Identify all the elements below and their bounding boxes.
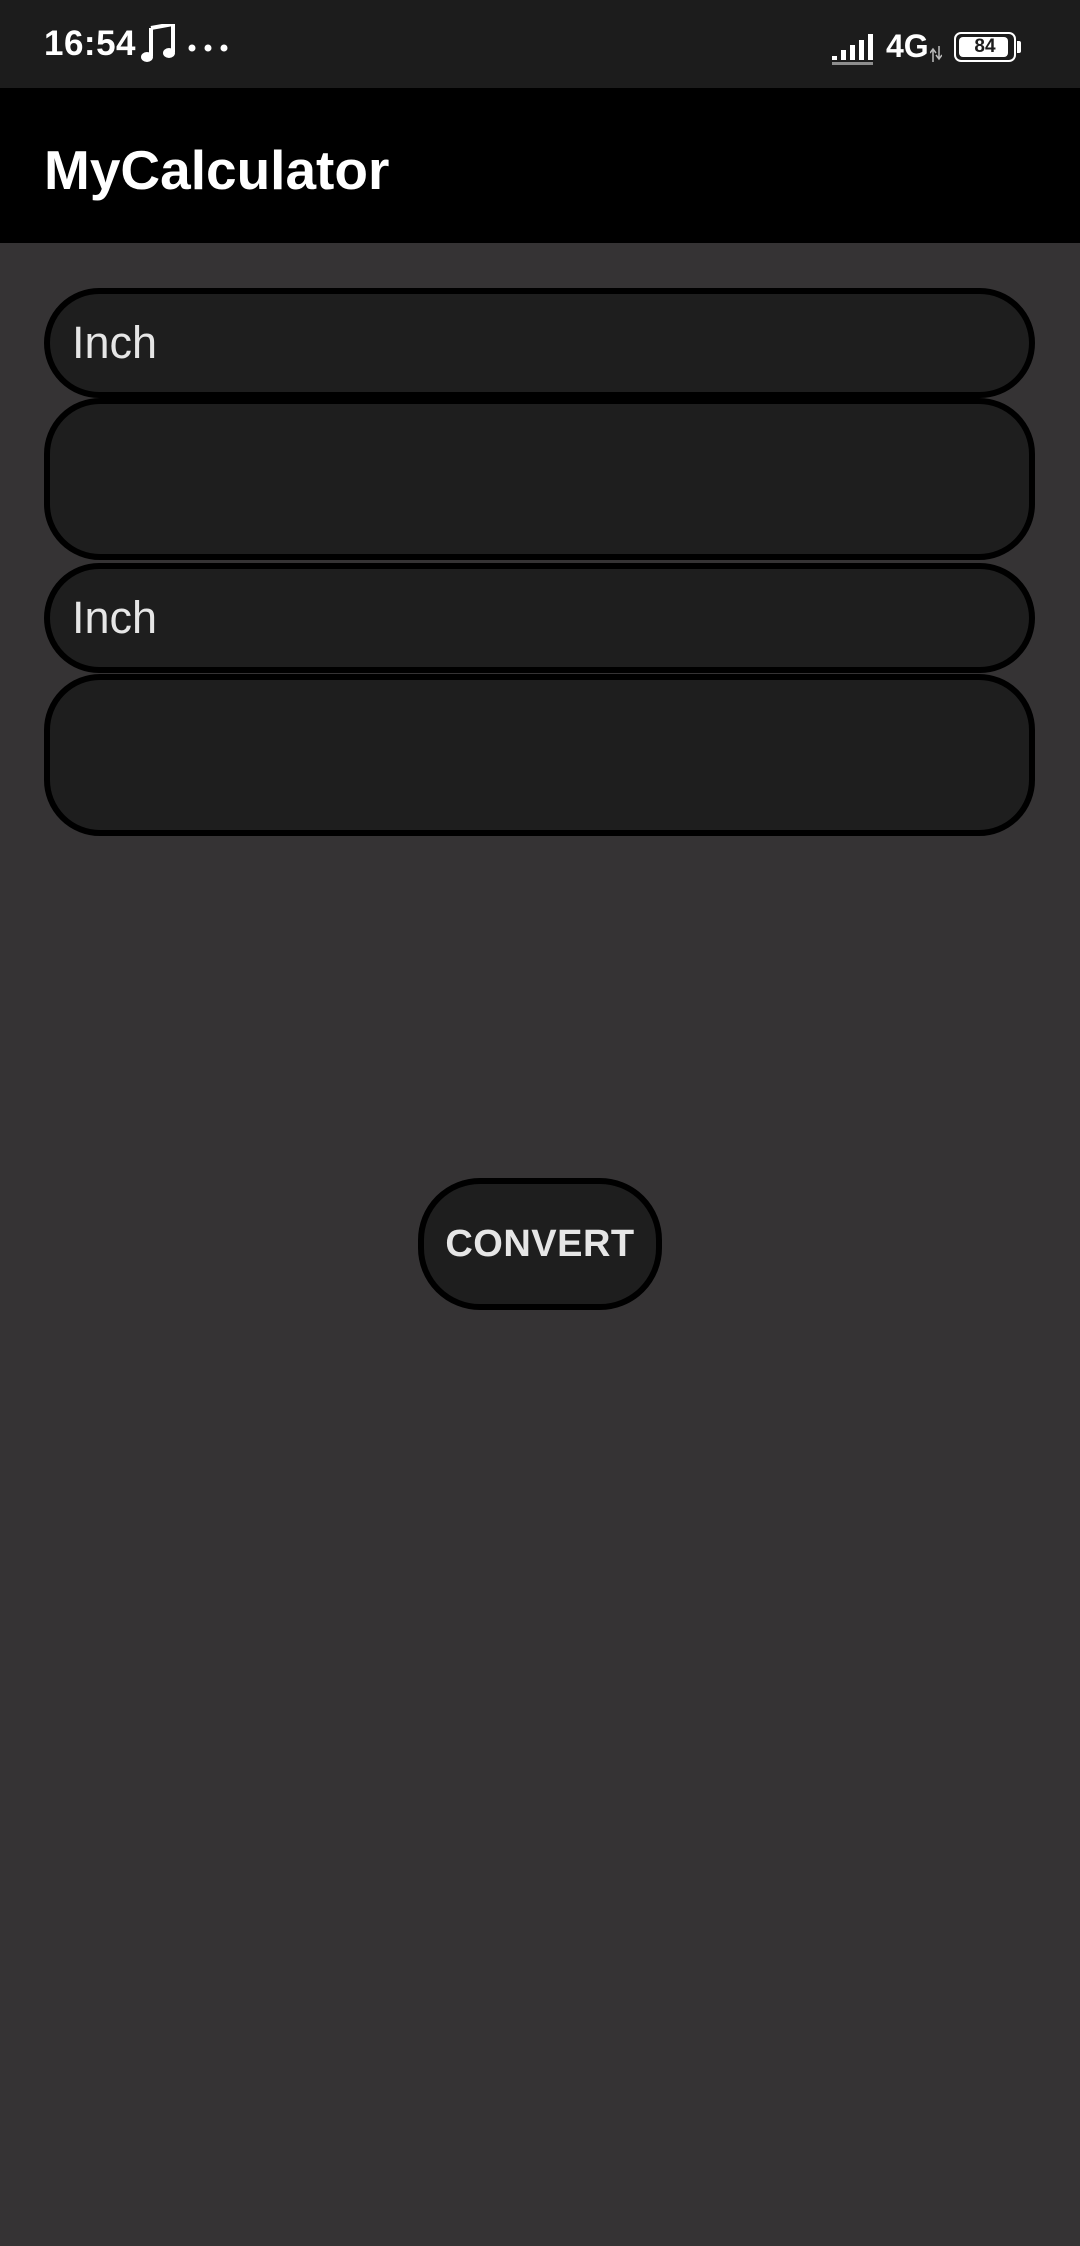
music-note-icon [141, 24, 175, 62]
status-bar: 16:54 4G 84 [0, 0, 1080, 88]
from-value-input[interactable] [44, 398, 1035, 560]
convert-button[interactable]: CONVERT [418, 1178, 662, 1310]
signal-icon [832, 34, 873, 65]
app-bar: MyCalculator [0, 88, 1080, 243]
battery-icon: 84 [954, 32, 1021, 62]
from-unit-select[interactable]: Inch [44, 288, 1035, 398]
to-unit-label: Inch [72, 592, 158, 643]
to-value-input[interactable] [44, 674, 1035, 836]
more-dots-icon [188, 44, 228, 52]
network-type-label: 4G [886, 28, 929, 64]
from-unit-label: Inch [72, 317, 158, 368]
app-title: MyCalculator [44, 139, 390, 201]
convert-button-label: CONVERT [445, 1222, 635, 1265]
data-arrows-icon [930, 46, 942, 62]
battery-level-text: 84 [974, 36, 996, 57]
battery-body: 84 [954, 32, 1016, 62]
battery-cap [1017, 41, 1021, 53]
to-unit-select[interactable]: Inch [44, 563, 1035, 673]
status-time: 16:54 [44, 24, 137, 63]
